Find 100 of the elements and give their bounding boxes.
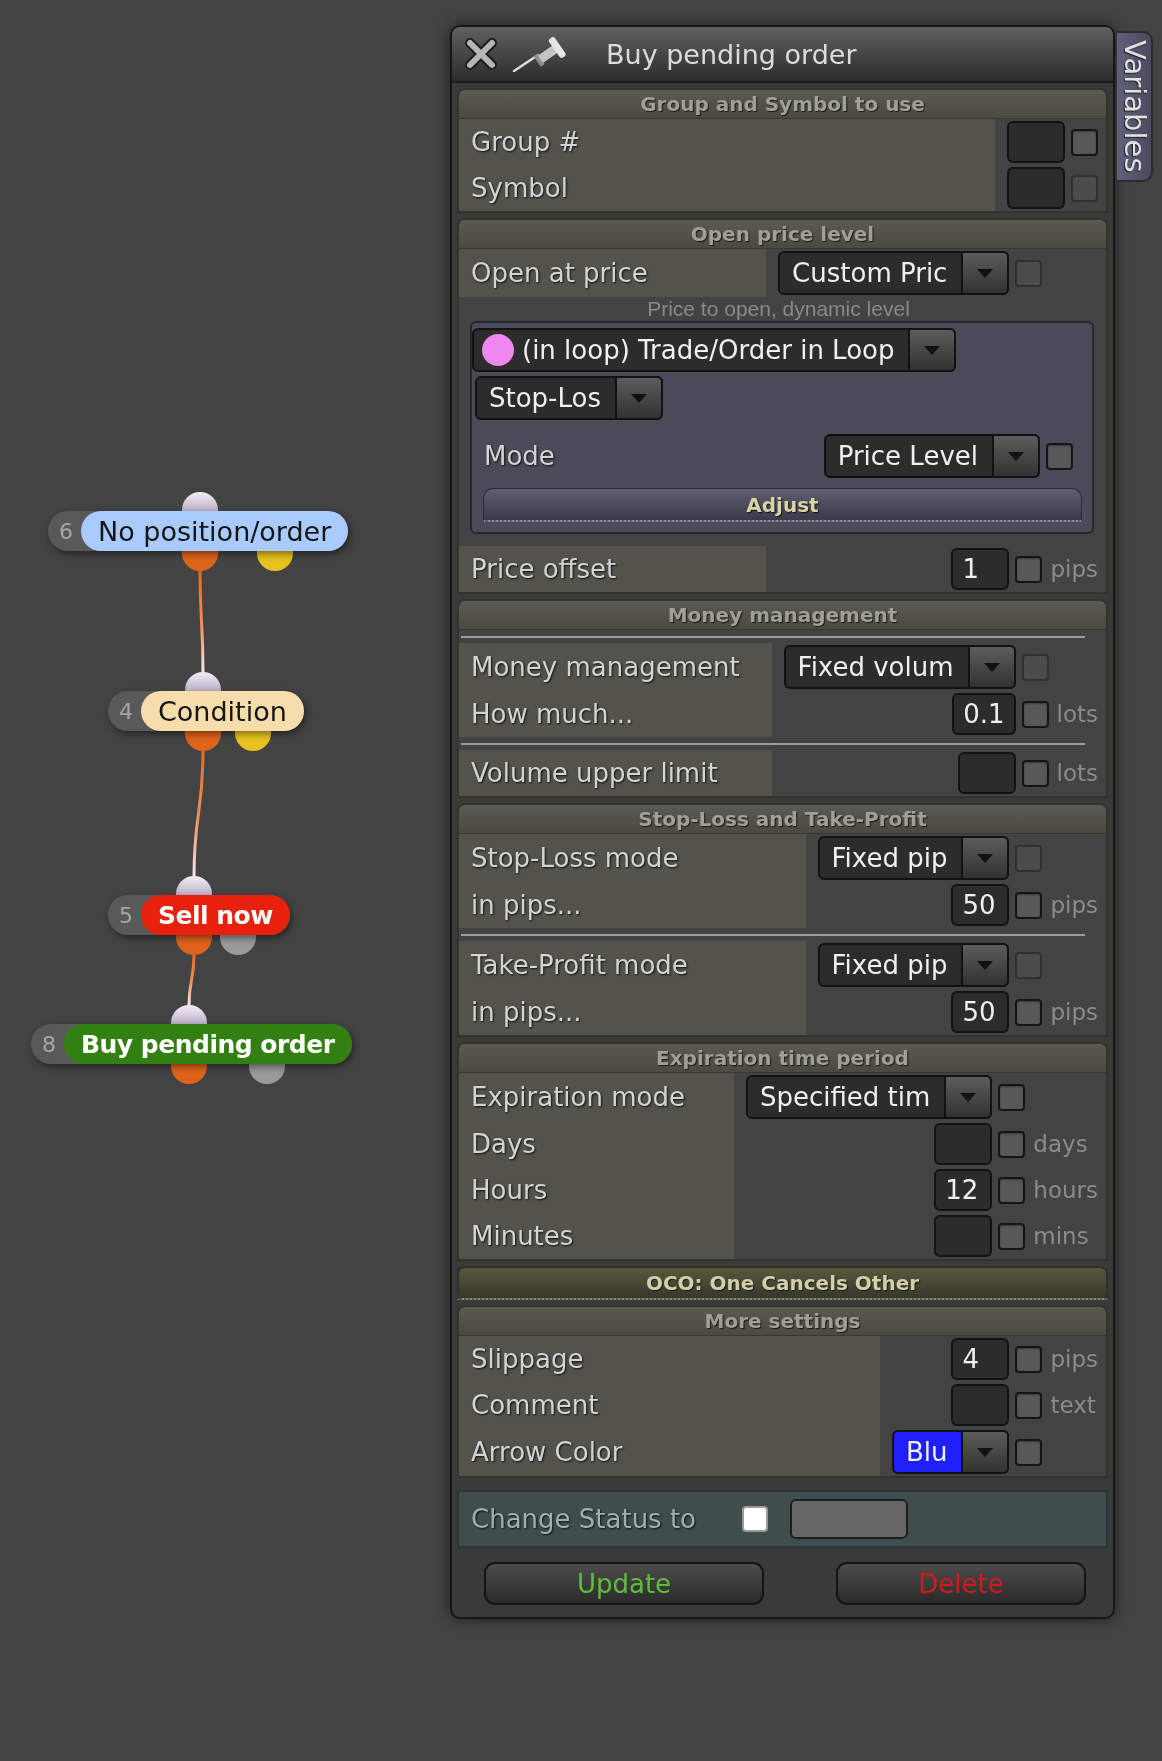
caret-icon	[631, 393, 647, 403]
node-label: Buy pending order	[64, 1024, 352, 1064]
caret-icon	[977, 268, 994, 278]
unit-label: lots	[1056, 701, 1098, 727]
input-field[interactable]	[1007, 167, 1065, 209]
checkbox[interactable]	[998, 1222, 1026, 1250]
checkbox[interactable]	[1015, 1391, 1043, 1419]
output-port-icon[interactable]	[176, 935, 212, 955]
checkbox[interactable]	[1021, 759, 1049, 787]
checkbox[interactable]	[998, 1083, 1026, 1111]
color-dropdown[interactable]: Blu	[891, 1430, 1010, 1474]
checkbox[interactable]	[998, 1176, 1026, 1204]
node-label: No position/order	[81, 511, 349, 551]
dropdown[interactable]: Stop-Los	[475, 376, 663, 420]
input-field[interactable]	[951, 1384, 1010, 1426]
flow-node[interactable]: 5 Sell now	[108, 895, 290, 935]
input-field[interactable]	[957, 752, 1016, 794]
output-port-icon[interactable]	[235, 731, 271, 751]
unit-label: days	[1033, 1131, 1089, 1157]
input-field[interactable]: 4	[951, 1338, 1010, 1380]
field-label: Money management	[459, 643, 772, 691]
side-tab[interactable]: Variables	[1117, 31, 1153, 182]
caret-icon	[977, 853, 994, 863]
unit-label: mins	[1033, 1223, 1090, 1249]
input-field[interactable]: 0.1	[952, 693, 1016, 735]
checkbox[interactable]	[1015, 998, 1043, 1026]
input-field[interactable]: 50	[951, 991, 1010, 1033]
node-number: 8	[41, 1031, 57, 1057]
field-label: Group #	[459, 119, 995, 165]
checkbox[interactable]	[1071, 128, 1098, 156]
flow-node[interactable]: 8 Buy pending order	[31, 1024, 352, 1064]
output-port-icon[interactable]	[220, 935, 256, 955]
checkbox[interactable]	[1015, 1438, 1043, 1466]
status-label: Change Status to	[471, 1504, 697, 1534]
unit-label: pips	[1050, 892, 1098, 918]
node-label: Sell now	[141, 895, 290, 935]
input-field[interactable]	[790, 1499, 909, 1539]
node-number: 5	[118, 902, 134, 928]
field-label: Expiration mode	[459, 1073, 734, 1121]
flow-node[interactable]: 4 Condition	[108, 691, 304, 731]
checkbox[interactable]	[1015, 1345, 1043, 1373]
unit-label: lots	[1056, 760, 1098, 786]
input-port-icon[interactable]	[176, 876, 212, 895]
dropdown[interactable]: Price Level	[823, 434, 1040, 478]
checkbox[interactable]	[1021, 700, 1049, 728]
close-icon[interactable]	[464, 37, 498, 71]
caret-icon	[983, 662, 1000, 672]
window-title: Buy pending order	[606, 38, 857, 70]
field-label: Mode	[483, 440, 556, 473]
output-port-icon[interactable]	[182, 551, 218, 571]
dropdown[interactable]: Fixed pip	[817, 943, 1010, 987]
node-number: 6	[58, 518, 74, 544]
checkbox[interactable]	[1015, 555, 1043, 583]
output-port-icon[interactable]	[171, 1064, 207, 1084]
input-port-icon[interactable]	[185, 672, 221, 691]
pin-icon[interactable]	[512, 36, 568, 72]
input-field[interactable]	[934, 1123, 993, 1165]
checkbox[interactable]	[1046, 442, 1073, 470]
update-button[interactable]: Update	[484, 1562, 764, 1605]
field-label: in pips...	[459, 882, 806, 928]
dropdown[interactable]: Specified tim	[745, 1075, 993, 1119]
field-label: Arrow Color	[459, 1428, 880, 1476]
dropdown[interactable]: Custom Pric	[778, 251, 1010, 295]
node-number: 4	[118, 698, 134, 724]
field-label: Hours	[459, 1167, 734, 1213]
output-port-icon[interactable]	[185, 731, 221, 751]
checkbox[interactable]	[998, 1130, 1026, 1158]
unit-label: hours	[1033, 1177, 1098, 1203]
input-field[interactable]: 1	[951, 548, 1010, 590]
checkbox[interactable]	[742, 1506, 769, 1532]
dropdown[interactable]: Fixed pip	[817, 836, 1010, 880]
field-label: in pips...	[459, 989, 806, 1035]
node-label: Condition	[141, 691, 304, 731]
field-label: Open at price	[459, 249, 767, 297]
input-field[interactable]	[1007, 121, 1065, 163]
field-label: Minutes	[459, 1213, 734, 1259]
dropdown[interactable]: Fixed volum	[783, 645, 1016, 689]
output-port-icon[interactable]	[249, 1064, 285, 1084]
input-field[interactable]: 12	[934, 1169, 993, 1211]
unit-label: pips	[1050, 556, 1098, 582]
field-label: Volume upper limit	[459, 750, 772, 796]
input-port-icon[interactable]	[171, 1005, 207, 1024]
flow-node[interactable]: 6 No position/order	[48, 511, 349, 551]
unit-label: pips	[1050, 999, 1098, 1025]
field-label: Days	[459, 1121, 734, 1167]
caret-icon	[1008, 451, 1024, 461]
caret-icon	[977, 1447, 994, 1457]
dropdown[interactable]: (in loop) Trade/Order in Loop	[472, 328, 957, 372]
output-port-icon[interactable]	[257, 551, 293, 571]
input-field[interactable]: 50	[951, 884, 1010, 926]
section-header[interactable]: OCO: One Cancels Other	[457, 1266, 1108, 1300]
input-port-icon[interactable]	[182, 492, 218, 511]
field-label: Slippage	[459, 1336, 880, 1382]
input-field[interactable]	[934, 1215, 993, 1257]
caret-icon	[924, 345, 941, 355]
unit-label: text	[1050, 1392, 1097, 1418]
adjust-button[interactable]: Adjust	[483, 488, 1082, 522]
unit-label: pips	[1050, 1346, 1098, 1372]
checkbox[interactable]	[1015, 891, 1043, 919]
field-label: Take-Profit mode	[459, 941, 806, 989]
